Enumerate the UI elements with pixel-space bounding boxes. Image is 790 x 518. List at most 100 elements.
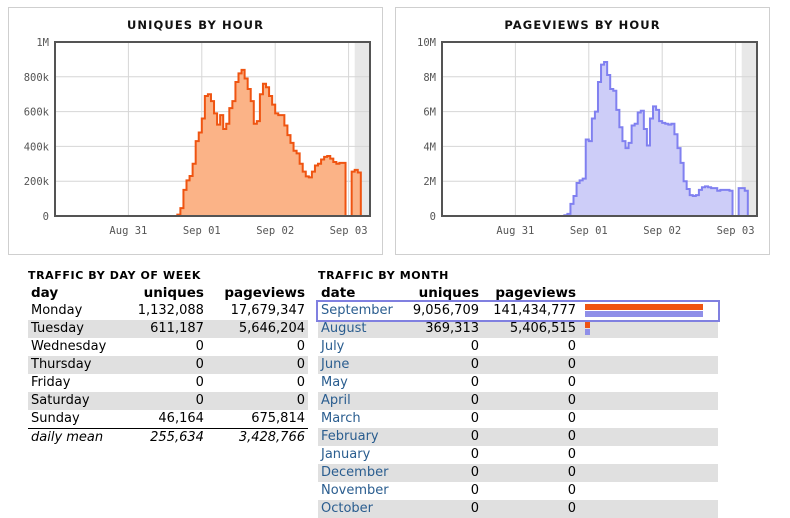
cell-uniques: 0	[195, 375, 204, 390]
chart-ytick-label: 800k	[24, 72, 50, 84]
cell-uniques: 369,313	[425, 321, 479, 336]
cell-bars	[579, 410, 718, 428]
table-row[interactable]: July 0 0	[318, 338, 718, 356]
cell-date[interactable]: October	[318, 500, 403, 518]
cell-uniques: 0	[470, 501, 479, 516]
cell-date[interactable]: August	[318, 320, 403, 338]
cell-date[interactable]: April	[318, 392, 403, 410]
cell-pageviews: 0	[567, 375, 576, 390]
table-header-row: date uniques pageviews	[318, 284, 718, 302]
chart-ytick-label: 0	[43, 211, 49, 223]
month-link[interactable]: October	[321, 501, 373, 516]
column-header-uniques: uniques	[143, 285, 204, 301]
cell-pageviews: 17,679,347	[230, 303, 305, 318]
chart-area-fill	[442, 62, 757, 216]
chart-ytick-label: 2M	[423, 176, 436, 188]
chart-xtick-label: Sep 01	[570, 225, 608, 237]
table-row[interactable]: November 0 0	[318, 482, 718, 500]
table-row[interactable]: February 0 0	[318, 428, 718, 446]
traffic-by-day-table: day uniques pageviews Monday 1,132,088 17,…	[28, 284, 308, 447]
month-link[interactable]: February	[321, 429, 379, 444]
bar-pageviews	[585, 329, 590, 335]
cell-day: Friday	[31, 375, 71, 390]
table-row[interactable]: March 0 0	[318, 410, 718, 428]
cell-date[interactable]: January	[318, 446, 403, 464]
month-link[interactable]: November	[321, 483, 389, 498]
table-row[interactable]: August 369,313 5,406,515	[318, 320, 718, 338]
month-link[interactable]: July	[321, 339, 344, 354]
cell-pageviews: 0	[567, 411, 576, 426]
cell-pageviews: 0	[296, 339, 305, 354]
column-header-uniques: uniques	[418, 285, 479, 301]
month-link[interactable]: January	[321, 447, 370, 462]
cell-pageviews: 141,434,777	[482, 302, 579, 320]
chart-xtick-label: Sep 02	[643, 225, 681, 237]
cell-pageviews: 0	[567, 339, 576, 354]
table-row: Thursday 0 0	[28, 356, 308, 374]
traffic-by-day-body: Monday 1,132,088 17,679,347 Tuesday 611,187 5…	[28, 302, 308, 447]
cell-uniques: 0	[195, 393, 204, 408]
chart-xtick-label: Aug 31	[496, 225, 534, 237]
chart-ytick-label: 4M	[423, 141, 436, 153]
cell-pageviews: 5,646,204	[238, 321, 305, 336]
charts-row: UNIQUES BY HOUR 0 200k 400k 600k 800k 1M Aug 3…	[0, 0, 790, 255]
chart-xtick-label: Aug 31	[109, 225, 147, 237]
cell-bars	[579, 302, 718, 320]
column-header-day: day	[31, 285, 59, 301]
cell-date[interactable]: March	[318, 410, 403, 428]
traffic-by-day-block: TRAFFIC BY DAY OF WEEK day uniques pagev…	[28, 269, 308, 518]
month-link[interactable]: April	[321, 393, 351, 408]
month-link[interactable]: June	[321, 357, 349, 372]
chart-uniques-by-hour: 0 200k 400k 600k 800k 1M Aug 31 Sep 01 Sep 02 Sep…	[24, 37, 371, 237]
month-link[interactable]: August	[321, 321, 367, 336]
cell-pageviews: 0	[567, 447, 576, 462]
chart-ytick-label: 6M	[423, 107, 436, 119]
cell-date[interactable]: June	[318, 356, 403, 374]
cell-bars	[579, 392, 718, 410]
cell-day: Thursday	[31, 357, 92, 372]
traffic-by-day-caption: TRAFFIC BY DAY OF WEEK	[28, 269, 202, 282]
traffic-by-month-body: September 9,056,709 141,434,777 August 369,3…	[316, 300, 720, 518]
table-row[interactable]: October 0 0	[318, 500, 718, 518]
month-link[interactable]: December	[321, 465, 388, 480]
month-link[interactable]: May	[321, 375, 348, 390]
chart-xtick-label: Sep 02	[256, 225, 294, 237]
table-row[interactable]: January 0 0	[318, 446, 718, 464]
bar-uniques	[585, 322, 590, 328]
cell-date[interactable]: November	[318, 482, 403, 500]
cell-date[interactable]: May	[318, 374, 403, 392]
month-link[interactable]: March	[321, 411, 361, 426]
cell-pageviews: 0	[567, 429, 576, 444]
cell-date[interactable]: September	[318, 302, 404, 320]
table-row[interactable]: May 0 0	[318, 374, 718, 392]
cell-date[interactable]: December	[318, 464, 403, 482]
cell-summary-uniques: 255,634	[122, 428, 207, 447]
cell-date[interactable]: February	[318, 428, 403, 446]
table-row[interactable]: September 9,056,709 141,434,777	[316, 300, 720, 322]
table-row[interactable]: June 0 0	[318, 356, 718, 374]
month-link[interactable]: September	[321, 303, 393, 318]
column-header-date: date	[321, 285, 356, 301]
cell-date[interactable]: July	[318, 338, 403, 356]
table-row[interactable]: April 0 0	[318, 392, 718, 410]
chart-area-fill	[55, 69, 370, 216]
chart-panel-uniques-by-hour: UNIQUES BY HOUR 0 200k 400k 600k 800k 1M Aug 3…	[8, 7, 383, 255]
cell-bars	[579, 338, 718, 356]
chart-ytick-label: 600k	[24, 107, 50, 119]
cell-bars	[579, 356, 718, 374]
cell-pageviews: 0	[567, 501, 576, 516]
cell-uniques: 1,132,088	[137, 303, 204, 318]
chart-xtick-label: Sep 01	[183, 225, 221, 237]
cell-uniques: 0	[470, 429, 479, 444]
table-row: Tuesday 611,187 5,646,204	[28, 320, 308, 338]
chart-ytick-label: 8M	[423, 72, 436, 84]
cell-day: Sunday	[31, 411, 80, 426]
cell-bars	[579, 428, 718, 446]
cell-summary-label: daily mean	[28, 428, 123, 447]
cell-pageviews: 0	[567, 483, 576, 498]
table-row[interactable]: December 0 0	[318, 464, 718, 482]
chart-ytick-label: 1M	[36, 37, 49, 49]
table-row: Friday 0 0	[28, 374, 308, 392]
cell-day: Monday	[31, 303, 83, 318]
cell-day: Tuesday	[31, 321, 84, 336]
